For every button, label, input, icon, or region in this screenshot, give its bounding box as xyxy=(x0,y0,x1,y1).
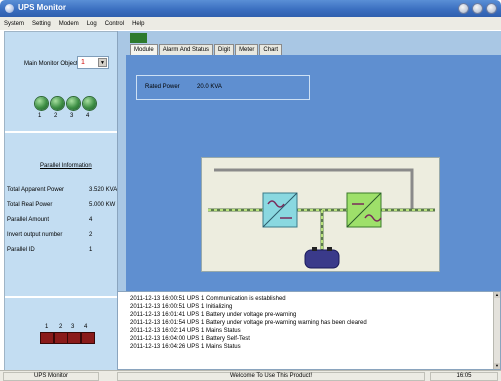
rated-power-value: 20.0 KVA xyxy=(197,84,222,90)
rectifier-icon xyxy=(262,192,298,228)
unit-label: 1 xyxy=(38,113,42,119)
parallel-label: Total Apparent Power xyxy=(7,187,65,193)
app-icon xyxy=(5,4,14,13)
log-line: 2011-12-13 16:01:41 UPS 1 Battery under … xyxy=(130,312,297,318)
event-log[interactable]: 2011-12-13 16:00:51 UPS 1 Communication … xyxy=(117,291,501,370)
parallel-label: Invert output number xyxy=(7,232,63,238)
rated-power-box: Rated Power 20.0 KVA xyxy=(136,75,310,100)
parallel-label: Parallel Amount xyxy=(7,217,50,223)
parallel-label: Total Real Power xyxy=(7,202,53,208)
parallel-value: 2 xyxy=(89,232,93,238)
parallel-label: Parallel ID xyxy=(7,247,35,253)
flow-diagram-svg xyxy=(208,168,435,269)
log-line: 2011-12-13 16:00:51 UPS 1 Communication … xyxy=(130,296,286,302)
status-message: Welcome To Use This Product! xyxy=(117,372,425,381)
maximize-button[interactable] xyxy=(472,3,483,14)
window-controls xyxy=(458,3,497,14)
tab-alarm-and-status[interactable]: Alarm And Status xyxy=(158,44,214,55)
block-label: 4 xyxy=(84,324,88,330)
ups-flow-diagram xyxy=(201,157,440,272)
module-view: Rated Power 20.0 KVA xyxy=(126,55,501,319)
unit-4-led[interactable] xyxy=(83,97,96,110)
status-block[interactable] xyxy=(40,332,54,344)
block-label: 3 xyxy=(71,324,75,330)
title-bar: UPS Monitor xyxy=(0,0,501,17)
left-panel: Main Monitor Object: 1 ▼ 1 2 3 4 Paralle… xyxy=(4,31,123,371)
tab-bar: Module Alarm And Status Digit Meter Char… xyxy=(130,44,283,55)
parallel-value: 4 xyxy=(89,217,93,223)
status-clock: 16:05 xyxy=(430,372,498,381)
log-line: 2011-12-13 16:04:26 UPS 1 Mains Status xyxy=(130,344,241,350)
inverter-icon xyxy=(346,192,382,228)
main-monitor-value: 1 xyxy=(81,59,85,66)
menu-system[interactable]: System xyxy=(4,21,24,27)
bypass-line xyxy=(214,168,414,210)
log-line: 2011-12-13 16:00:51 UPS 1 Initializing xyxy=(130,304,233,310)
divider xyxy=(5,296,122,298)
status-block[interactable] xyxy=(54,332,68,344)
unit-label: 3 xyxy=(70,113,74,119)
parallel-value: 3.520 KVA xyxy=(89,187,118,193)
unit-2-led[interactable] xyxy=(51,97,64,110)
menu-log[interactable]: Log xyxy=(87,21,97,27)
minimize-button[interactable] xyxy=(458,3,469,14)
chevron-down-icon[interactable]: ▼ xyxy=(98,58,107,67)
divider xyxy=(5,131,122,133)
tab-digit[interactable]: Digit xyxy=(214,44,235,55)
status-block[interactable] xyxy=(67,332,81,344)
log-line: 2011-12-13 16:01:54 UPS 1 Battery under … xyxy=(130,320,367,326)
scroll-up-icon[interactable]: ▲ xyxy=(494,292,500,298)
tab-meter[interactable]: Meter xyxy=(235,44,259,55)
parallel-value: 1 xyxy=(89,247,93,253)
block-label: 1 xyxy=(45,324,49,330)
unit-label: 4 xyxy=(86,113,90,119)
parallel-value: 5.000 KW xyxy=(89,202,116,208)
main-monitor-label: Main Monitor Object: xyxy=(24,61,80,67)
log-scrollbar[interactable]: ▲ ▼ xyxy=(493,292,500,369)
menu-bar: System Setting Modem Log Control Help xyxy=(0,17,501,30)
main-monitor-select[interactable]: 1 ▼ xyxy=(77,56,109,69)
status-indicator xyxy=(130,33,147,43)
parallel-info-title: Parallel Information xyxy=(40,163,92,169)
menu-modem[interactable]: Modem xyxy=(59,21,79,27)
main-frame: Module Alarm And Status Digit Meter Char… xyxy=(117,31,501,319)
log-line: 2011-12-13 16:04:00 UPS 1 Battery Self-T… xyxy=(130,336,250,342)
rated-power-label: Rated Power xyxy=(145,84,180,90)
unit-label: 2 xyxy=(54,113,58,119)
battery-icon xyxy=(304,247,340,269)
menu-setting[interactable]: Setting xyxy=(32,21,51,27)
scroll-down-icon[interactable]: ▼ xyxy=(494,363,500,369)
unit-1-led[interactable] xyxy=(35,97,48,110)
window-title: UPS Monitor xyxy=(18,3,66,12)
status-block[interactable] xyxy=(81,332,95,344)
status-bar: UPS Monitor Welcome To Use This Product!… xyxy=(0,370,501,381)
menu-control[interactable]: Control xyxy=(105,21,124,27)
status-app-name: UPS Monitor xyxy=(3,372,99,381)
tab-chart[interactable]: Chart xyxy=(259,44,283,55)
tab-module[interactable]: Module xyxy=(130,44,158,55)
unit-3-led[interactable] xyxy=(67,97,80,110)
menu-help[interactable]: Help xyxy=(132,21,144,27)
block-label: 2 xyxy=(59,324,63,330)
close-button[interactable] xyxy=(486,3,497,14)
log-line: 2011-12-13 16:02:14 UPS 1 Mains Status xyxy=(130,328,241,334)
